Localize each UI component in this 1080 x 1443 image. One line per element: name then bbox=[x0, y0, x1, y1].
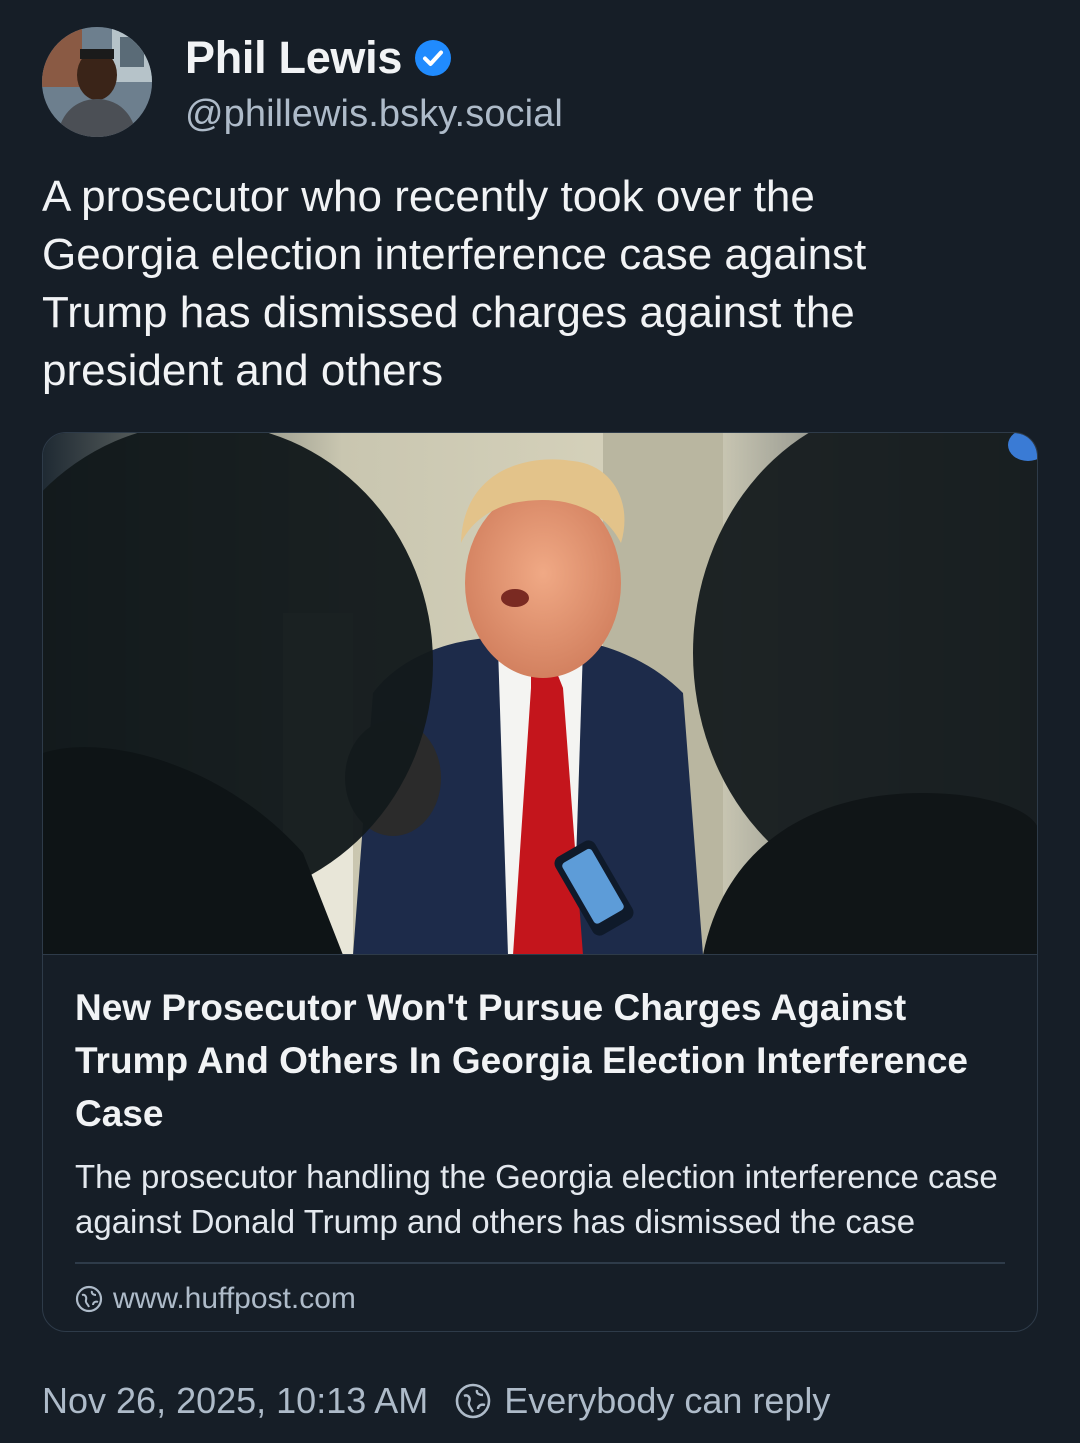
author-handle[interactable]: @phillewis.bsky.social bbox=[185, 93, 563, 136]
globe-icon bbox=[455, 1383, 491, 1419]
embed-domain-row: www.huffpost.com bbox=[75, 1282, 1005, 1316]
author-names: Phil Lewis @phillewis.bsky.social bbox=[185, 29, 563, 136]
link-embed-card[interactable]: New Prosecutor Won't Pursue Charges Agai… bbox=[42, 432, 1038, 1332]
embed-domain[interactable]: www.huffpost.com bbox=[113, 1282, 356, 1316]
avatar-image bbox=[42, 27, 152, 137]
reply-setting[interactable]: Everybody can reply bbox=[504, 1380, 830, 1422]
embed-title[interactable]: New Prosecutor Won't Pursue Charges Agai… bbox=[75, 981, 1005, 1140]
embed-thumbnail bbox=[43, 433, 1037, 955]
globe-icon bbox=[75, 1285, 103, 1312]
post-timestamp: Nov 26, 2025, 10:13 AM bbox=[42, 1380, 429, 1421]
embed-photo bbox=[43, 433, 1037, 954]
embed-description: The prosecutor handling the Georgia elec… bbox=[75, 1158, 998, 1240]
post-footer: Nov 26, 2025, 10:13 AM Everybody can rep… bbox=[42, 1376, 830, 1426]
post-text: A prosecutor who recently took over the … bbox=[42, 172, 867, 395]
embed-divider bbox=[75, 1262, 1005, 1264]
avatar[interactable] bbox=[42, 27, 152, 137]
display-name-row: Phil Lewis bbox=[185, 29, 563, 87]
post-header: Phil Lewis @phillewis.bsky.social bbox=[42, 26, 563, 138]
verified-check-icon[interactable] bbox=[414, 39, 452, 77]
embed-body: New Prosecutor Won't Pursue Charges Agai… bbox=[43, 955, 1037, 1316]
display-name[interactable]: Phil Lewis bbox=[185, 32, 402, 84]
post: Phil Lewis @phillewis.bsky.social A pros… bbox=[0, 0, 1080, 1443]
